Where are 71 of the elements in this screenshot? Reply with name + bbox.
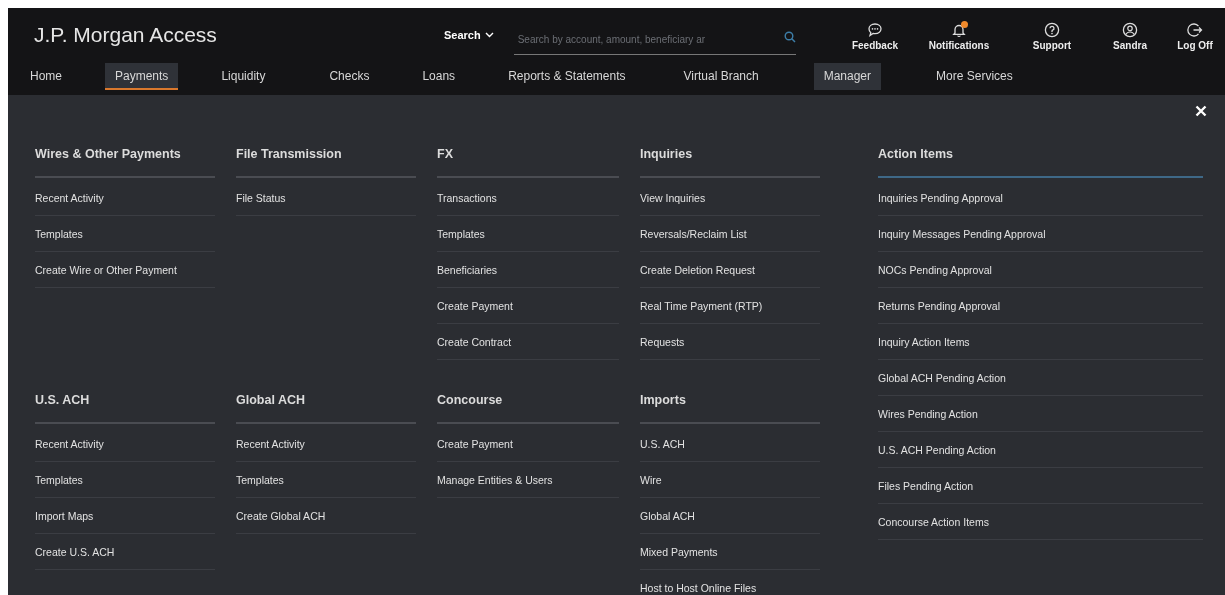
section-heading: Global ACH — [236, 393, 305, 407]
menu-link[interactable]: File Status — [236, 180, 416, 216]
menu-link[interactable]: Templates — [236, 462, 416, 498]
menu-link[interactable]: NOCs Pending Approval — [878, 252, 1203, 288]
section-heading: Imports — [640, 393, 686, 407]
search-icon[interactable] — [783, 30, 796, 43]
nav-tab[interactable]: Home — [20, 63, 72, 90]
menu-link[interactable]: Reversals/Reclaim List — [640, 216, 820, 252]
menu-link[interactable]: Beneficiaries — [437, 252, 619, 288]
menu-link[interactable]: Create U.S. ACH — [35, 534, 215, 570]
section-heading: U.S. ACH — [35, 393, 90, 407]
menu-link[interactable]: Mixed Payments — [640, 534, 820, 570]
notifications-button[interactable]: Notifications — [909, 21, 1009, 51]
section-heading: Inquiries — [640, 147, 693, 161]
nav-tab[interactable]: Liquidity — [211, 63, 276, 90]
nav-tab[interactable]: Reports & Statements — [498, 63, 636, 90]
nav-tab[interactable]: Payments — [105, 63, 179, 90]
menu-link[interactable]: Templates — [437, 216, 619, 252]
chevron-down-icon — [484, 32, 494, 38]
nav-tab[interactable]: Checks — [319, 63, 380, 90]
menu-link[interactable]: Create Payment — [437, 426, 619, 462]
feedback-button[interactable]: Feedback — [841, 21, 909, 51]
nav-tab[interactable]: Manager — [813, 63, 882, 90]
menu-link[interactable]: Inquiry Messages Pending Approval — [878, 216, 1203, 252]
menu-link[interactable]: Create Wire or Other Payment — [35, 252, 215, 288]
menu-link[interactable]: View Inquiries — [640, 180, 820, 216]
user-icon — [1122, 21, 1138, 38]
logout-icon — [1187, 21, 1203, 38]
section-heading: Concourse — [437, 393, 503, 407]
close-icon[interactable] — [1195, 105, 1207, 117]
support-button[interactable]: Support — [1009, 21, 1095, 51]
menu-link[interactable]: Requests — [640, 324, 820, 360]
logoff-button[interactable]: Log Off — [1165, 21, 1225, 51]
menu-link[interactable]: Recent Activity — [236, 426, 416, 462]
menu-link[interactable]: Templates — [35, 462, 215, 498]
nav-tab[interactable]: More Services — [926, 63, 1023, 90]
search-scope-dropdown[interactable]: Search — [444, 29, 494, 41]
menu-link[interactable]: Global ACH — [640, 498, 820, 534]
menu-link[interactable]: Files Pending Action — [878, 468, 1203, 504]
menu-link[interactable]: Recent Activity — [35, 426, 215, 462]
user-button[interactable]: Sandra — [1095, 21, 1165, 51]
menu-link[interactable]: Recent Activity — [35, 180, 215, 216]
menu-link[interactable]: Inquiries Pending Approval — [878, 180, 1203, 216]
menu-link[interactable]: Create Payment — [437, 288, 619, 324]
nav-tab[interactable]: Loans — [412, 63, 466, 90]
menu-link[interactable]: U.S. ACH — [640, 426, 820, 462]
menu-link[interactable]: U.S. ACH Pending Action — [878, 432, 1203, 468]
menu-link[interactable]: Create Deletion Request — [640, 252, 820, 288]
menu-link[interactable]: Create Contract — [437, 324, 619, 360]
speech-bubble-icon — [867, 21, 883, 38]
app-title: J.P. Morgan Access — [34, 23, 218, 47]
search-field[interactable]: Search by account, amount, beneficiary ar — [513, 34, 786, 45]
menu-link[interactable]: Wires Pending Action — [878, 396, 1203, 432]
menu-link[interactable]: Create Global ACH — [236, 498, 416, 534]
menu-link[interactable]: Host to Host Online Files — [640, 570, 820, 595]
section-heading: File Transmission — [236, 147, 342, 161]
menu-link[interactable]: Concourse Action Items — [878, 504, 1203, 540]
menu-link[interactable]: Global ACH Pending Action — [878, 360, 1203, 396]
menu-link[interactable]: Inquiry Action Items — [878, 324, 1203, 360]
menu-link[interactable]: Transactions — [437, 180, 619, 216]
menu-link[interactable]: Real Time Payment (RTP) — [640, 288, 820, 324]
menu-link[interactable]: Manage Entities & Users — [437, 462, 619, 498]
section-heading: Action Items — [878, 147, 953, 161]
help-icon — [1044, 21, 1060, 38]
menu-link[interactable]: Templates — [35, 216, 215, 252]
nav-tab[interactable]: Virtual Branch — [673, 63, 769, 90]
section-heading: FX — [437, 147, 453, 161]
section-heading: Wires & Other Payments — [35, 147, 181, 161]
menu-link[interactable]: Import Maps — [35, 498, 215, 534]
menu-link[interactable]: Returns Pending Approval — [878, 288, 1203, 324]
menu-link[interactable]: Wire — [640, 462, 820, 498]
